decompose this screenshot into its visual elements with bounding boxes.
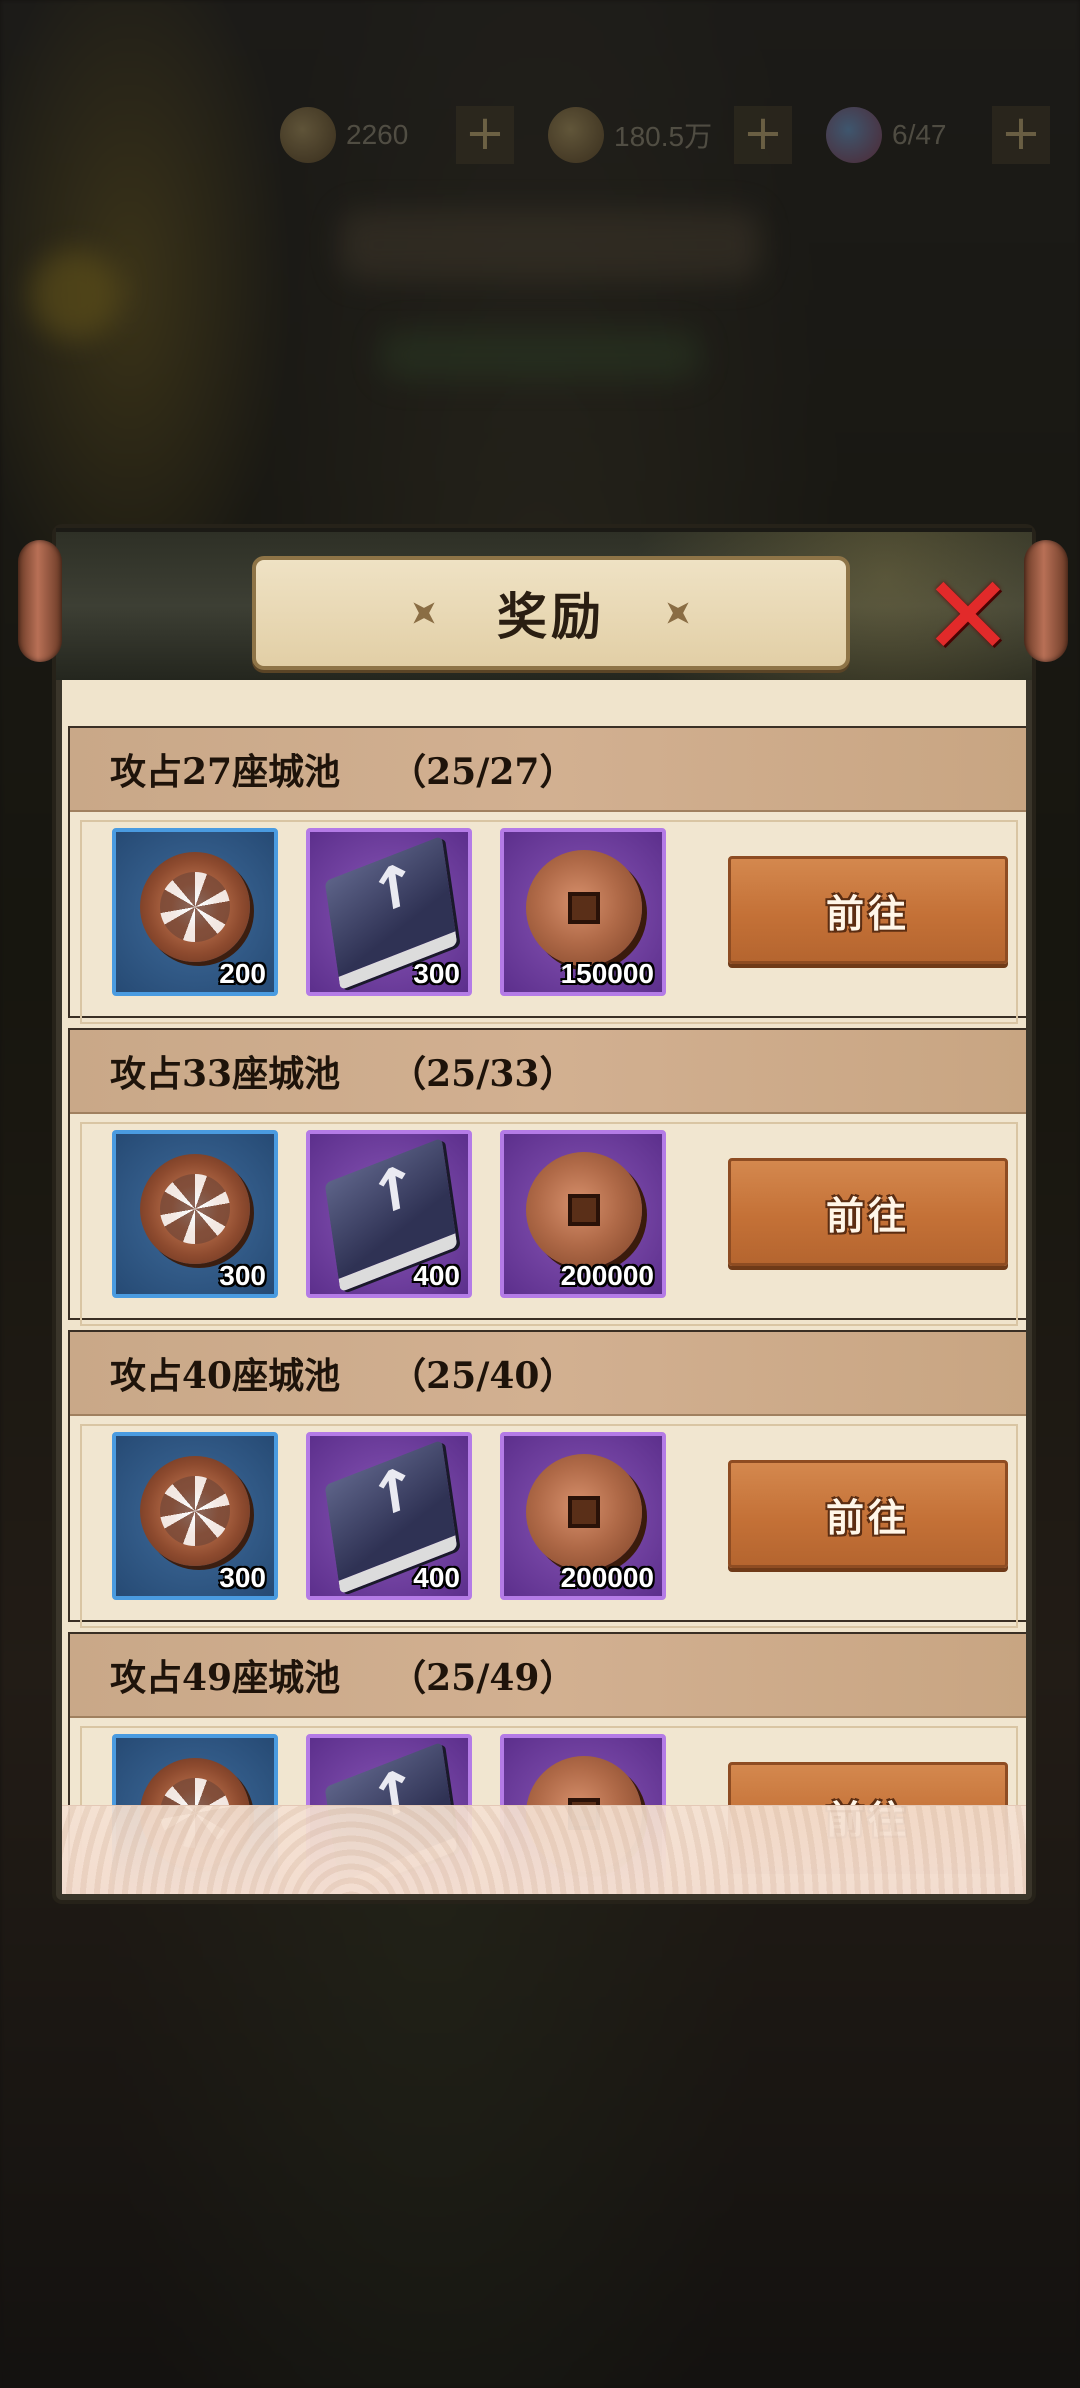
reward-item[interactable]: 150000 [500, 828, 666, 996]
item-quantity: 300 [219, 1260, 266, 1291]
resource-value: 2260 [346, 119, 409, 150]
reward-item[interactable]: 300 [112, 1130, 278, 1298]
reward-card-body: 200 300 150000 前往 [80, 820, 1018, 1024]
reward-card-body: 300 400 200000 前往 [80, 1424, 1018, 1628]
copper-coin-icon [548, 107, 604, 163]
swirl-coin-icon [140, 1456, 250, 1566]
go-button[interactable]: 前往 [728, 1762, 1008, 1870]
reward-list-area[interactable]: 攻占27座城池 （25/27） 200 300 150000 前往 [62, 680, 1026, 1894]
reward-card: 攻占49座城池 （25/49） 前往 [68, 1632, 1026, 1894]
item-quantity: 200 [219, 958, 266, 989]
reward-item[interactable]: 300 [112, 1432, 278, 1600]
close-x-icon: ✕ [921, 552, 1015, 680]
resource-value: 6/47 [892, 119, 947, 150]
reward-card-header: 攻占40座城池 （25/40） [70, 1332, 1026, 1416]
reward-progress: （25/49） [390, 1657, 576, 1699]
reward-item[interactable]: 200 [112, 828, 278, 996]
reward-card-body: 300 400 200000 前往 [80, 1122, 1018, 1326]
reward-item[interactable]: 400 [306, 1432, 472, 1600]
background-blur-shape [30, 250, 120, 340]
gem-icon [826, 107, 882, 163]
reward-card: 攻占27座城池 （25/27） 200 300 150000 前往 [68, 726, 1026, 1024]
reward-card-header: 攻占49座城池 （25/49） [70, 1634, 1026, 1718]
shuriken-icon [657, 592, 699, 634]
copper-coin-icon [526, 850, 642, 966]
background-blur-shape [340, 210, 760, 280]
reward-progress: （25/40） [390, 1355, 576, 1397]
swirl-coin-icon [140, 852, 250, 962]
reward-item[interactable]: 400 [306, 1130, 472, 1298]
copper-coin-icon [526, 1454, 642, 1570]
reward-card: 攻占33座城池 （25/33） 300 400 200000 前往 [68, 1028, 1026, 1326]
reward-list: 攻占27座城池 （25/27） 200 300 150000 前往 [68, 726, 1026, 1894]
scroll-roll-right [1024, 540, 1068, 662]
resource-bar: 2260 + 180.5万 + 6/47 + [280, 100, 1080, 170]
resource-value: 180.5万 [614, 121, 713, 152]
reward-card-header: 攻占27座城池 （25/27） [70, 728, 1026, 812]
reward-progress: （25/27） [390, 751, 576, 793]
item-quantity: 300 [219, 1562, 266, 1593]
reward-item[interactable] [112, 1734, 278, 1894]
reward-card-body: 前往 [80, 1726, 1018, 1894]
item-quantity: 200000 [560, 1562, 654, 1593]
reward-item[interactable]: 200000 [500, 1432, 666, 1600]
add-resource-button[interactable]: + [456, 106, 514, 164]
background-blur-shape [380, 330, 700, 380]
copper-coin-icon [526, 1756, 642, 1872]
swirl-coin-icon [140, 1758, 250, 1868]
reward-item[interactable] [500, 1734, 666, 1894]
go-button[interactable]: 前往 [728, 856, 1008, 964]
go-button[interactable]: 前往 [728, 1158, 1008, 1266]
dialog-title-plate: 奖励 [252, 556, 850, 670]
item-quantity: 300 [413, 958, 460, 989]
dialog-title: 奖励 [497, 587, 605, 646]
reward-goal: 攻占27座城池 [110, 751, 341, 793]
add-resource-button[interactable]: + [734, 106, 792, 164]
scroll-roll-left [18, 540, 62, 662]
shuriken-icon [403, 592, 445, 634]
copper-coin-icon [280, 107, 336, 163]
reward-progress: （25/33） [390, 1053, 576, 1095]
item-quantity: 200000 [560, 1260, 654, 1291]
reward-item[interactable] [306, 1734, 472, 1894]
close-button[interactable]: ✕ [918, 552, 1018, 680]
reward-item[interactable]: 300 [306, 828, 472, 996]
copper-coin-icon [526, 1152, 642, 1268]
add-resource-button[interactable]: + [992, 106, 1050, 164]
reward-goal: 攻占49座城池 [110, 1657, 341, 1699]
reward-goal: 攻占33座城池 [110, 1053, 341, 1095]
reward-card-header: 攻占33座城池 （25/33） [70, 1030, 1026, 1114]
item-quantity: 400 [413, 1260, 460, 1291]
item-quantity: 150000 [560, 958, 654, 989]
item-quantity: 400 [413, 1562, 460, 1593]
reward-card: 攻占40座城池 （25/40） 300 400 200000 前往 [68, 1330, 1026, 1628]
go-button[interactable]: 前往 [728, 1460, 1008, 1568]
skill-book-icon [324, 1741, 458, 1894]
swirl-coin-icon [140, 1154, 250, 1264]
reward-goal: 攻占40座城池 [110, 1355, 341, 1397]
reward-item[interactable]: 200000 [500, 1130, 666, 1298]
